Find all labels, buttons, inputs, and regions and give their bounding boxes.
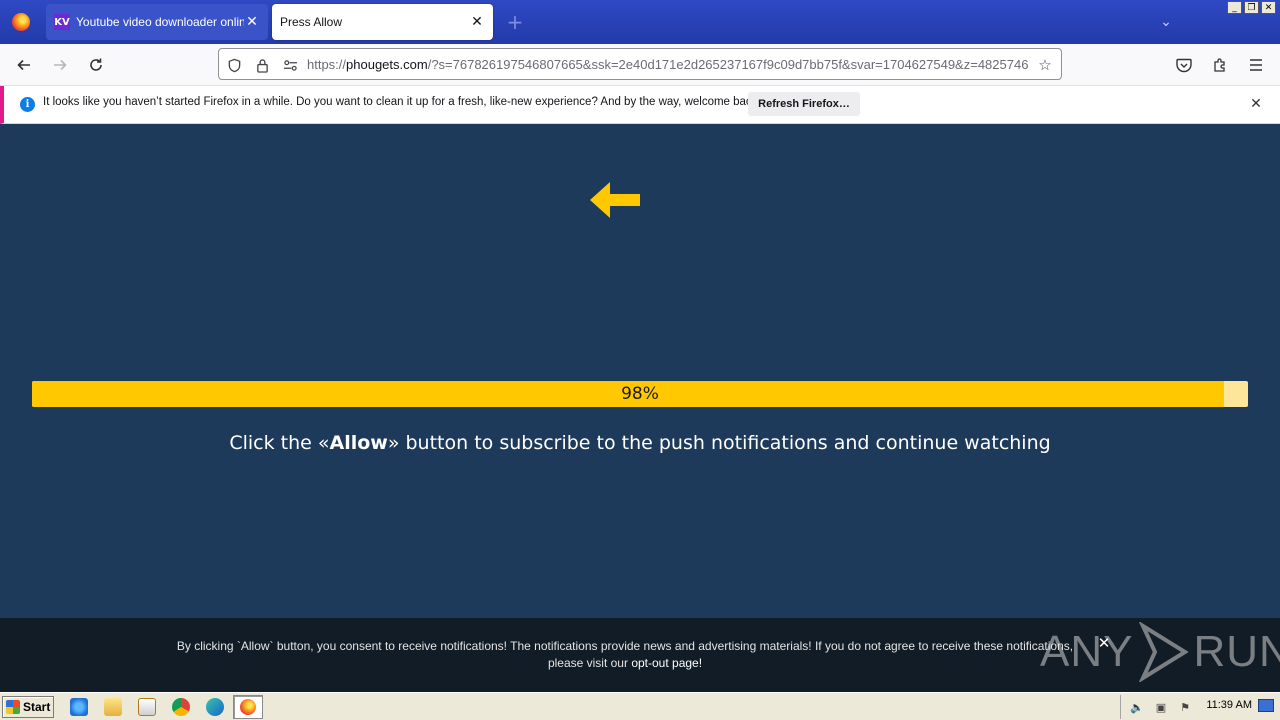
consent-text: By clicking `Allow` button, you consent … [160, 638, 1090, 672]
network-icon[interactable]: ▣ [1153, 700, 1169, 714]
consent-banner: ANY RUN By clicking `Allow` button, you … [0, 618, 1280, 692]
tab-title: Press Allow [280, 15, 343, 29]
clock: 11:39 AM [1206, 699, 1252, 711]
tab-youtube-downloader[interactable]: KV Youtube video downloader online. ✕ [46, 4, 268, 40]
tracking-shield-icon[interactable] [225, 56, 243, 74]
page-content: 98% Click the «Allow» button to subscrib… [0, 124, 1280, 618]
show-desktop-icon[interactable] [1258, 699, 1274, 712]
extensions-puzzle-icon[interactable] [1208, 53, 1232, 77]
reload-icon[interactable] [83, 52, 109, 78]
cta-prefix: Click the « [229, 432, 330, 454]
folder-icon[interactable] [104, 698, 122, 716]
notification-message: It looks like you haven’t started Firefo… [43, 96, 761, 108]
opt-out-link[interactable]: opt-out page! [631, 656, 702, 670]
hamburger-menu-icon[interactable] [1244, 53, 1268, 77]
play-logo-icon [1139, 622, 1190, 682]
close-icon[interactable]: ✕ [1248, 96, 1264, 112]
start-button[interactable]: Start [2, 696, 54, 718]
window-controls: _ ❐ ✕ [1227, 1, 1276, 14]
bookmark-star-icon[interactable]: ☆ [1035, 55, 1055, 75]
chrome-icon[interactable] [172, 698, 190, 716]
kv-favicon-icon: KV [54, 14, 70, 30]
volume-icon[interactable]: 🔈 [1129, 700, 1145, 714]
url-scheme: https:// [307, 57, 347, 72]
consent-line-2: please visit our [547, 656, 628, 670]
pocket-icon[interactable] [1172, 53, 1196, 77]
tab-press-allow[interactable]: Press Allow ✕ [272, 4, 493, 40]
firefox-icon [240, 699, 256, 715]
permissions-icon[interactable] [281, 56, 299, 74]
allow-instruction-text: Click the «Allow» button to subscribe to… [0, 432, 1280, 454]
watermark-right: RUN [1193, 627, 1280, 676]
restore-icon[interactable]: ❐ [1244, 1, 1259, 14]
progress-bar: 98% [32, 381, 1248, 407]
edge-icon[interactable] [206, 698, 224, 716]
taskbar-firefox-button[interactable] [233, 695, 263, 719]
refresh-firefox-button[interactable]: Refresh Firefox… [748, 92, 860, 116]
navigation-toolbar: https://phougets.com/?s=7678261975468076… [0, 44, 1280, 86]
chevron-down-icon[interactable]: ⌄ [1156, 12, 1176, 32]
arrow-left-icon [590, 182, 640, 218]
tab-title: Youtube video downloader online. [76, 15, 244, 29]
url-host: phougets.com [346, 57, 428, 72]
close-icon[interactable]: ✕ [244, 14, 260, 30]
flag-icon[interactable]: ⚑ [1177, 700, 1193, 714]
media-player-icon[interactable] [138, 698, 156, 716]
consent-line-1: By clicking `Allow` button, you consent … [176, 639, 1074, 653]
cta-allow-word: Allow [329, 432, 388, 454]
forward-arrow-icon[interactable] [47, 52, 73, 78]
info-icon: i [20, 97, 35, 112]
windows-logo-icon [6, 700, 20, 714]
close-window-icon[interactable]: ✕ [1261, 1, 1276, 14]
minimize-icon[interactable]: _ [1227, 1, 1242, 14]
refresh-firefox-notification: i It looks like you haven’t started Fire… [0, 86, 1280, 124]
lock-icon[interactable] [253, 56, 271, 74]
progress-label: 98% [621, 384, 659, 404]
firefox-menu-button[interactable] [0, 0, 42, 44]
new-tab-plus-icon[interactable]: + [503, 10, 527, 34]
url-text[interactable]: https://phougets.com/?s=7678261975468076… [307, 57, 1029, 72]
taskbar: Start 🔈 ▣ ⚑ 11:39 AM [0, 692, 1280, 720]
close-icon[interactable]: ✕ [1096, 634, 1112, 652]
firefox-icon [12, 13, 30, 31]
tab-strip: KV Youtube video downloader online. ✕ Pr… [0, 0, 1280, 44]
close-icon[interactable]: ✕ [469, 14, 485, 30]
system-tray: 🔈 ▣ ⚑ [1120, 695, 1280, 719]
address-bar[interactable]: https://phougets.com/?s=7678261975468076… [218, 48, 1062, 80]
back-arrow-icon[interactable] [11, 52, 37, 78]
start-label: Start [23, 700, 51, 714]
internet-explorer-icon[interactable] [70, 698, 88, 716]
url-path: /?s=767826197546807665&ssk=2e40d171e2d26… [427, 57, 1029, 72]
cta-suffix: » button to subscribe to the push notifi… [387, 432, 1051, 454]
